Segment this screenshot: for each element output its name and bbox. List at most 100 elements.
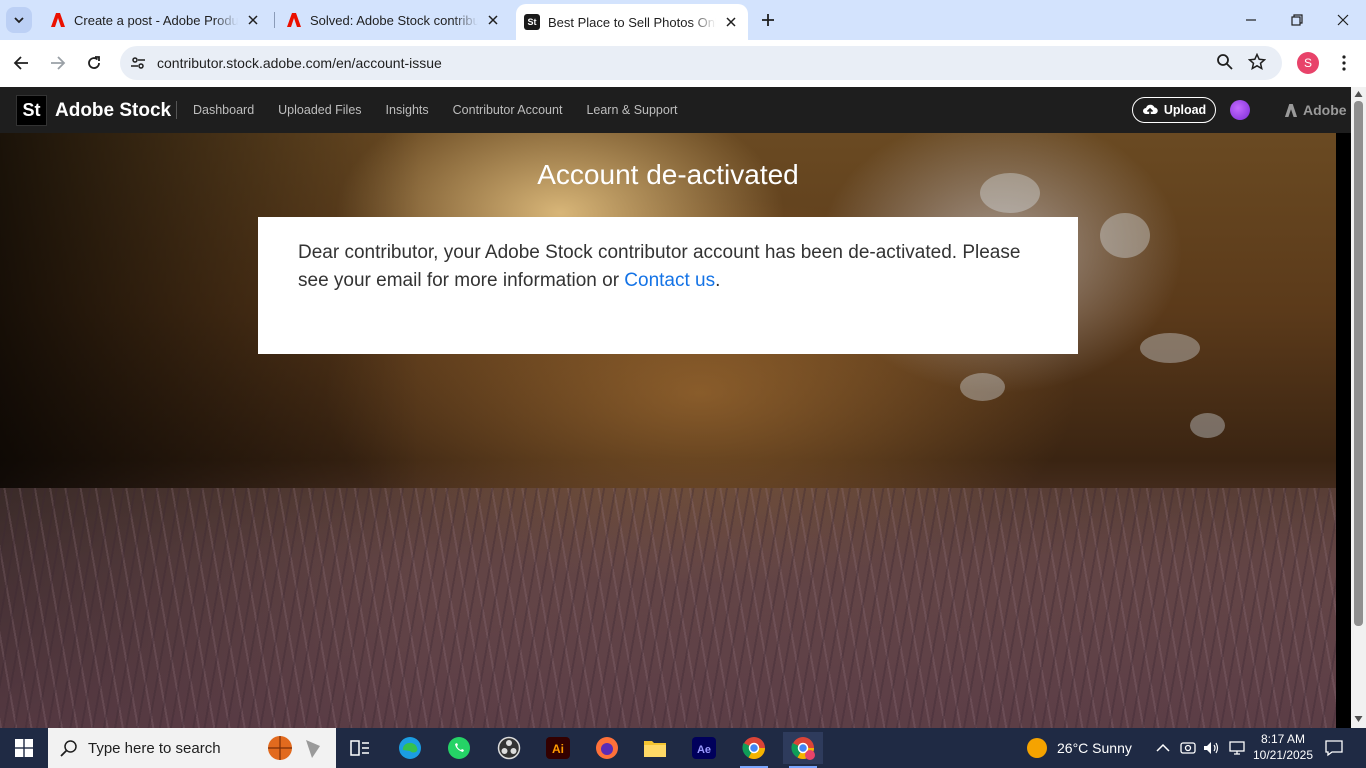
deactivation-notice: Dear contributor, your Adobe Stock contr… (258, 217, 1078, 354)
taskbar-edge[interactable] (390, 732, 430, 764)
reload-icon (88, 56, 100, 69)
nav-insights[interactable]: Insights (386, 103, 429, 117)
adobe-stock-icon: St (524, 14, 540, 30)
page-viewport: St Adobe Stock Dashboard Uploaded Files … (0, 87, 1366, 728)
bokeh-light (1190, 413, 1225, 438)
user-avatar[interactable] (1230, 100, 1250, 120)
scroll-down-icon[interactable] (1354, 715, 1363, 723)
zoom-icon[interactable] (1216, 53, 1236, 73)
site-info-icon[interactable] (128, 53, 148, 73)
whatsapp-icon (448, 737, 470, 759)
tray-volume[interactable] (1203, 728, 1220, 768)
browser-tab-solved[interactable]: Solved: Adobe Stock contributo (278, 0, 510, 40)
chevron-down-icon (14, 17, 24, 24)
taskbar-search[interactable]: Type here to search (48, 728, 336, 768)
adobe-stock-header: St Adobe Stock Dashboard Uploaded Files … (0, 87, 1351, 133)
taskbar-chrome-profile[interactable] (783, 732, 823, 768)
browser-toolbar: contributor.stock.adobe.com/en/account-i… (0, 40, 1366, 87)
start-button[interactable] (0, 728, 48, 768)
bokeh-light (1140, 333, 1200, 363)
address-bar[interactable]: contributor.stock.adobe.com/en/account-i… (120, 46, 1282, 80)
chrome-icon (791, 737, 815, 760)
upload-label: Upload (1163, 103, 1207, 117)
forward-button[interactable] (43, 48, 73, 78)
close-icon[interactable] (244, 11, 262, 29)
action-center-button[interactable] (1324, 728, 1344, 768)
upload-button[interactable]: Upload (1132, 97, 1216, 123)
taskbar-file-explorer[interactable] (635, 732, 675, 764)
adobe-logo-icon (1284, 103, 1298, 117)
hero-background: Account de-activated Dear contributor, y… (0, 133, 1336, 728)
new-tab-button[interactable] (756, 8, 780, 32)
svg-text:Ai: Ai (552, 742, 564, 756)
adobe-icon (286, 12, 302, 28)
adobe-label: Adobe (1303, 102, 1347, 118)
browser-tab-create-post[interactable]: Create a post - Adobe Product (40, 0, 270, 40)
nav-uploaded-files[interactable]: Uploaded Files (278, 103, 361, 117)
chevron-up-icon (1156, 743, 1170, 752)
minimize-button[interactable] (1228, 0, 1274, 40)
notification-icon (1325, 740, 1343, 757)
nav-learn-support[interactable]: Learn & Support (586, 103, 677, 117)
basketball-icon (268, 736, 320, 760)
bokeh-light (960, 373, 1005, 401)
url-text[interactable]: contributor.stock.adobe.com/en/account-i… (157, 55, 442, 71)
page-scrollbar[interactable] (1351, 87, 1366, 728)
after-effects-icon: Ae (692, 737, 716, 759)
task-view-button[interactable] (340, 732, 380, 764)
arrow-left-icon (13, 56, 28, 70)
clock-time: 8:17 AM (1260, 732, 1306, 746)
obs-icon (497, 736, 521, 760)
back-button[interactable] (6, 48, 36, 78)
taskbar-obs[interactable] (489, 732, 529, 764)
reload-button[interactable] (79, 48, 109, 78)
system-clock[interactable]: 8:17 AM 10/21/2025 (1250, 731, 1316, 763)
chrome-icon (742, 737, 765, 759)
taskbar-chrome[interactable] (734, 732, 774, 768)
tab-title: Solved: Adobe Stock contributo (310, 12, 478, 28)
sun-icon (1027, 738, 1047, 758)
show-hidden-icons[interactable] (1156, 728, 1170, 768)
notice-punctuation: . (715, 270, 721, 291)
tray-meet-now[interactable] (1180, 728, 1196, 768)
tab-search-button[interactable] (6, 7, 32, 33)
brand-name[interactable]: Adobe Stock (55, 100, 171, 122)
edge-icon (399, 737, 421, 759)
lavender-field (0, 488, 1336, 728)
nav-divider (176, 101, 177, 119)
minimize-icon (1246, 19, 1256, 21)
folder-icon (644, 741, 666, 757)
tab-separator (274, 12, 275, 28)
bookmark-star-icon[interactable] (1247, 52, 1268, 73)
scroll-up-icon[interactable] (1354, 90, 1363, 98)
taskbar-whatsapp[interactable] (439, 732, 479, 764)
taskbar-illustrator[interactable]: Ai (538, 732, 578, 764)
restore-icon (1291, 14, 1303, 26)
camera-icon (1180, 742, 1196, 754)
close-icon[interactable] (484, 11, 502, 29)
bokeh-light (1100, 213, 1150, 258)
arrow-right-icon (51, 56, 66, 70)
nav-dashboard[interactable]: Dashboard (193, 103, 254, 117)
weather-widget[interactable]: 26°C Sunny (1026, 728, 1132, 768)
tray-network[interactable] (1228, 728, 1246, 768)
restore-button[interactable] (1274, 0, 1320, 40)
search-icon (60, 740, 77, 757)
taskbar-after-effects[interactable]: Ae (684, 732, 724, 764)
browser-tab-adobe-stock-active[interactable]: St Best Place to Sell Photos Online (516, 4, 748, 40)
task-view-icon (350, 740, 369, 756)
taskbar-firefox[interactable] (587, 732, 627, 764)
adobe-link[interactable]: Adobe (1284, 102, 1347, 118)
scrollbar-thumb[interactable] (1354, 101, 1363, 626)
chrome-menu-icon[interactable] (1334, 52, 1354, 74)
windows-taskbar: Type here to search Ai Ae 26°C Sunny 8:1… (0, 728, 1366, 768)
main-nav: Dashboard Uploaded Files Insights Contri… (193, 103, 677, 117)
browser-tab-strip: Create a post - Adobe Product Solved: Ad… (0, 0, 1366, 40)
nav-contributor-account[interactable]: Contributor Account (453, 103, 563, 117)
profile-avatar[interactable]: S (1297, 52, 1319, 74)
search-placeholder: Type here to search (88, 739, 221, 757)
close-icon[interactable] (722, 13, 740, 31)
close-window-button[interactable] (1320, 0, 1366, 40)
adobe-stock-logo[interactable]: St (16, 95, 47, 126)
contact-us-link[interactable]: Contact us (624, 270, 715, 291)
